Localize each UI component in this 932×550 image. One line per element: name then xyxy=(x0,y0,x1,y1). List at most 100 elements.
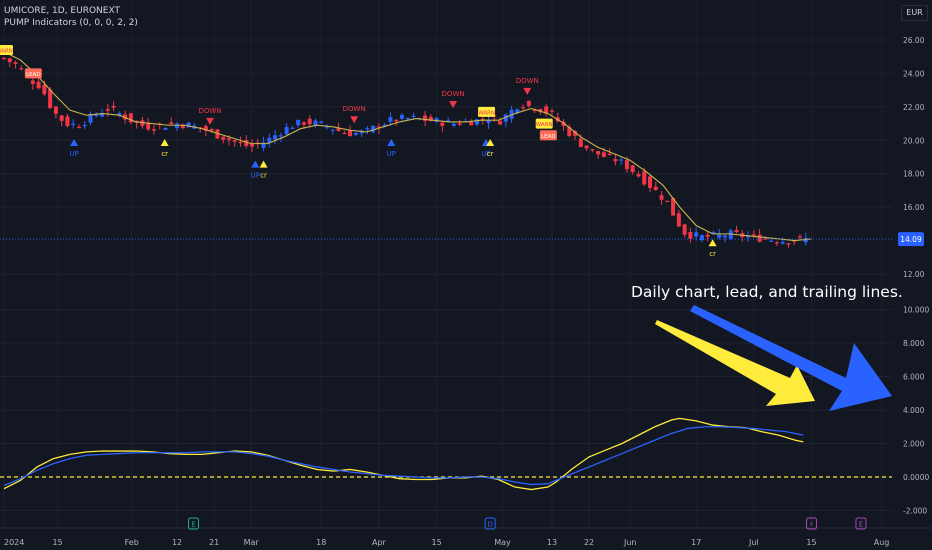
candle-body xyxy=(71,123,76,125)
candle-body xyxy=(42,84,47,95)
last-price-label: 14.09 xyxy=(900,235,922,244)
split-icon-glyph: ⚡ xyxy=(809,521,814,529)
lead-flag-label: LEAD xyxy=(541,134,556,140)
candle-body xyxy=(278,135,283,137)
candle-body xyxy=(394,119,399,122)
y-tick-label: 10.000 xyxy=(903,306,929,315)
y-tick-label: 6.000 xyxy=(903,373,925,382)
candle-body xyxy=(301,122,306,125)
candle-body xyxy=(53,106,58,114)
candle-body xyxy=(313,120,318,126)
candle-body xyxy=(175,123,180,129)
candle-body xyxy=(290,127,295,129)
candle-body xyxy=(169,122,174,125)
y-tick-label: 8.000 xyxy=(903,339,925,348)
candle-body xyxy=(578,138,583,147)
earnings-icon-glyph: E xyxy=(859,521,863,529)
candle-body xyxy=(786,243,791,245)
candle-body xyxy=(757,234,762,242)
down-signal-label: DOWN xyxy=(442,90,465,98)
warn-flag-label: WARN xyxy=(536,122,553,128)
currency-button[interactable]: EUR xyxy=(901,5,928,21)
candle-body xyxy=(82,125,87,127)
candle-body xyxy=(30,80,35,84)
y-tick-label: 20.00 xyxy=(903,136,925,145)
candle-body xyxy=(653,186,658,191)
candle-body xyxy=(584,145,589,149)
y-tick-label: 18.00 xyxy=(903,170,925,179)
candle-body xyxy=(549,110,554,112)
candle-body xyxy=(769,240,774,242)
candle-body xyxy=(94,114,99,117)
candle-body xyxy=(296,119,301,126)
indicator-title[interactable]: PUMP Indicators (0, 0, 0, 2, 2) xyxy=(4,17,138,29)
x-tick-label: Feb xyxy=(125,538,139,547)
down-signal-label: DOWN xyxy=(343,105,366,113)
warn-flag-label: WARN xyxy=(0,49,13,55)
candle-body xyxy=(780,241,785,244)
candle-body xyxy=(13,62,18,64)
candle-body xyxy=(526,100,531,106)
candle-body xyxy=(734,230,739,233)
candle-body xyxy=(163,127,168,130)
candle-body xyxy=(613,159,618,162)
candle-body xyxy=(607,153,612,156)
symbol-title[interactable]: UMICORE, 1D, EURONEXT xyxy=(4,5,138,17)
up-signal-label: UP xyxy=(251,172,260,180)
candle-body xyxy=(209,129,214,131)
cr-signal-label: cr xyxy=(709,250,716,258)
earnings-icon-glyph: E xyxy=(191,521,195,529)
x-tick-label: Aug xyxy=(874,538,890,547)
x-tick-label: Mar xyxy=(244,538,260,547)
dividend-icon-glyph: D xyxy=(487,521,492,529)
x-tick-label: 15 xyxy=(52,538,62,547)
down-signal-label: DOWN xyxy=(516,77,539,85)
candle-body xyxy=(48,89,53,108)
candle-body xyxy=(751,234,756,236)
x-tick-label: Jul xyxy=(748,538,759,547)
y-tick-label: 12.00 xyxy=(903,270,925,279)
candle-body xyxy=(250,143,255,147)
candle-body xyxy=(238,141,243,144)
candle-body xyxy=(353,133,358,135)
candle-body xyxy=(226,138,231,141)
candle-body xyxy=(59,115,64,121)
candle-body xyxy=(2,57,6,60)
y-tick-label: 0.0000 xyxy=(903,473,929,482)
candle-body xyxy=(469,122,474,126)
candle-body xyxy=(36,81,41,89)
candle-body xyxy=(630,165,635,173)
candle-body xyxy=(648,176,653,188)
y-tick-label: -2.000 xyxy=(903,507,927,516)
candle-body xyxy=(111,105,116,108)
candle-body xyxy=(688,232,693,239)
candle-body xyxy=(330,129,335,131)
x-tick-label: Apr xyxy=(372,538,387,547)
y-tick-label: 4.000 xyxy=(903,406,925,415)
candle-body xyxy=(451,123,456,126)
candle-body xyxy=(76,126,81,129)
x-tick-label: 17 xyxy=(691,538,701,547)
candle-body xyxy=(694,232,699,237)
candle-body xyxy=(705,234,710,237)
candle-body xyxy=(596,151,601,155)
warn-flag-label: WARN xyxy=(478,110,495,116)
candle-body xyxy=(273,135,278,140)
y-tick-label: 24.00 xyxy=(903,69,925,78)
candle-body xyxy=(307,118,312,125)
candle-body xyxy=(365,128,370,130)
candle-body xyxy=(342,132,347,135)
x-tick-label: 22 xyxy=(584,538,594,547)
candle-body xyxy=(676,213,681,227)
candle-body xyxy=(388,117,393,122)
lead-flag-label: LEAD xyxy=(26,72,41,78)
up-signal-label: UP xyxy=(387,150,396,158)
candle-body xyxy=(723,235,727,238)
annotation-text: Daily chart, lead, and trailing lines. xyxy=(631,283,903,301)
down-signal-label: DOWN xyxy=(198,107,221,115)
candle-body xyxy=(699,235,704,241)
x-tick-label: 2024 xyxy=(4,538,24,547)
cr-signal-label: cr xyxy=(487,150,494,158)
candle-body xyxy=(65,116,70,126)
candle-body xyxy=(7,58,12,62)
